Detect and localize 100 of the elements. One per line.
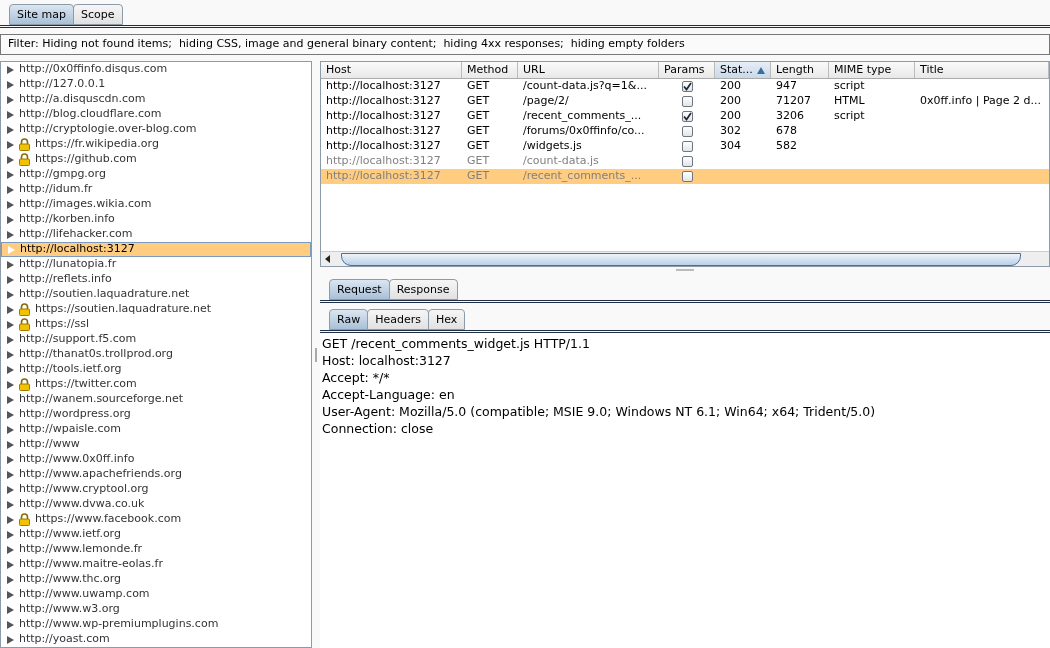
site-tree-item[interactable]: http://localhost:3127	[1, 242, 311, 257]
table-cell: http://localhost:3127	[326, 124, 441, 138]
column-header[interactable]: URL	[518, 62, 659, 78]
site-tree-item[interactable]: https://twitter.com	[1, 377, 311, 392]
tab[interactable]: Hex	[427, 309, 466, 330]
table-row[interactable]: http://localhost:3127 GET /page/2/ 200 71207 HTML 0x0ff.info | Page 2 d...	[321, 94, 1049, 109]
params-checkbox[interactable]	[681, 96, 693, 107]
splitter-handle[interactable]	[315, 347, 317, 362]
site-tree-item[interactable]: https://fr.wikipedia.org	[1, 137, 311, 152]
table-cell: /count-data.js	[523, 154, 599, 168]
column-header[interactable]: Length	[771, 62, 829, 78]
site-tree-item[interactable]: https://www.facebook.com	[1, 512, 311, 527]
site-tree-item[interactable]: http://cryptologie.over-blog.com	[1, 122, 311, 137]
table-cell: 582	[776, 139, 797, 153]
column-header[interactable]: Title	[915, 62, 1049, 78]
site-tree-item[interactable]: http://www.maitre-eolas.fr	[1, 557, 311, 572]
params-checkbox[interactable]	[681, 171, 693, 182]
site-tree-item[interactable]: http://www.0x0ff.info	[1, 452, 311, 467]
table-cell: http://localhost:3127	[326, 139, 441, 153]
site-tree-item[interactable]: http://soutien.laquadrature.net	[1, 287, 311, 302]
site-tree-item[interactable]: http://www.dvwa.co.uk	[1, 497, 311, 512]
site-tree-item[interactable]: http://www.cryptool.org	[1, 482, 311, 497]
site-tree-item[interactable]: http://www.w3.org	[1, 602, 311, 617]
table-cell: /count-data.js?q=1&...	[523, 79, 647, 93]
column-header[interactable]: Method	[462, 62, 518, 78]
site-url: http://cryptologie.over-blog.com	[19, 121, 197, 138]
table-cell: 0x0ff.info | Page 2 d...	[920, 94, 1041, 108]
site-tree-item[interactable]: http://lunatopia.fr	[1, 257, 311, 272]
site-tree-item[interactable]: http://wanem.sourceforge.net	[1, 392, 311, 407]
site-tree-item[interactable]: http://www.apachefriends.org	[1, 467, 311, 482]
site-tree-item[interactable]: https://github.com	[1, 152, 311, 167]
params-checkbox[interactable]	[681, 126, 693, 137]
table-row[interactable]: http://localhost:3127 GET /widgets.js 304 582	[321, 139, 1049, 154]
site-url: http://tools.ietf.org	[19, 361, 122, 378]
table-cell: 200	[720, 79, 741, 93]
site-tree-item[interactable]: http://a.disquscdn.com	[1, 92, 311, 107]
site-tree-item[interactable]: http://www.wp-premiumplugins.com	[1, 617, 311, 632]
tab[interactable]: Headers	[367, 309, 429, 330]
site-tree-item[interactable]: http://thanat0s.trollprod.org	[1, 347, 311, 362]
params-checkbox[interactable]	[681, 111, 693, 122]
site-tree-item[interactable]: http://www.lemonde.fr	[1, 542, 311, 557]
params-checkbox[interactable]	[681, 81, 693, 92]
padlock-icon	[19, 513, 30, 526]
tab[interactable]: Scope	[73, 4, 123, 25]
site-url: https://twitter.com	[35, 376, 137, 393]
site-tree-item[interactable]: http://korben.info	[1, 212, 311, 227]
site-tree-item[interactable]: http://www.uwamp.com	[1, 587, 311, 602]
column-header[interactable]: Host	[321, 62, 462, 78]
tab[interactable]: Raw	[329, 309, 369, 330]
site-tree-item[interactable]: https://soutien.laquadrature.net	[1, 302, 311, 317]
site-url: http://www.uwamp.com	[19, 586, 150, 603]
column-header[interactable]: MIME type	[829, 62, 915, 78]
table-cell: 200	[720, 94, 741, 108]
site-url: http://lunatopia.fr	[19, 256, 117, 273]
site-tree-item[interactable]: http://www.ietf.org	[1, 527, 311, 542]
site-tree-item[interactable]: http://yoast.com	[1, 632, 311, 647]
table-cell: http://localhost:3127	[326, 94, 441, 108]
table-cell: http://localhost:3127	[326, 169, 441, 183]
site-tree-item[interactable]: http://tools.ietf.org	[1, 362, 311, 377]
splitter-handle[interactable]	[676, 269, 694, 271]
site-tree-item[interactable]: http://images.wikia.com	[1, 197, 311, 212]
table-cell: 678	[776, 124, 797, 138]
table-cell: http://localhost:3127	[326, 154, 441, 168]
site-tree-item[interactable]: http://wpaisle.com	[1, 422, 311, 437]
site-tree-item[interactable]: http://blog.cloudflare.com	[1, 107, 311, 122]
site-url: http://0x0ffinfo.disqus.com	[19, 62, 168, 78]
column-header[interactable]: Stat...	[715, 62, 771, 78]
site-url: http://www.lemonde.fr	[19, 541, 143, 558]
table-cell: GET	[467, 169, 490, 183]
site-tree-item[interactable]: http://support.f5.com	[1, 332, 311, 347]
site-url: http://idum.fr	[19, 181, 93, 198]
site-tree-item[interactable]: http://0x0ffinfo.disqus.com	[1, 62, 311, 77]
site-tree-item[interactable]: http://idum.fr	[1, 182, 311, 197]
site-tree-item[interactable]: https://ssl	[1, 317, 311, 332]
site-tree-item[interactable]: http://wordpress.org	[1, 407, 311, 422]
site-tree-item[interactable]: http://lifehacker.com	[1, 227, 311, 242]
site-tree-item[interactable]: http://gmpg.org	[1, 167, 311, 182]
params-checkbox[interactable]	[681, 141, 693, 152]
tab[interactable]: Site map	[9, 4, 75, 25]
site-tree-item[interactable]: http://www.thc.org	[1, 572, 311, 587]
table-row[interactable]: http://localhost:3127 GET /count-data.js	[321, 154, 1049, 169]
table-cell: /page/2/	[523, 94, 569, 108]
site-tree-item[interactable]: http://127.0.0.1	[1, 77, 311, 92]
params-checkbox[interactable]	[681, 156, 693, 167]
tab[interactable]: Request	[329, 279, 390, 300]
tab[interactable]: Response	[388, 279, 458, 300]
site-tree-item[interactable]: http://www	[1, 437, 311, 452]
site-url: http://www.cryptool.org	[19, 481, 149, 498]
table-row[interactable]: http://localhost:3127 GET /forums/0x0ffinfo/co... 302 678	[321, 124, 1049, 139]
table-cell: 302	[720, 124, 741, 138]
site-url: http://localhost:3127	[20, 241, 135, 258]
request-line: Connection: close	[322, 420, 435, 437]
table-row[interactable]: http://localhost:3127 GET /recent_comments_... 200 3206 script	[321, 109, 1049, 124]
table-cell: http://localhost:3127	[326, 79, 441, 93]
site-url: http://www.dvwa.co.uk	[19, 496, 145, 513]
table-cell: GET	[467, 79, 490, 93]
site-url: https://github.com	[35, 151, 137, 168]
table-row[interactable]: http://localhost:3127 GET /count-data.js?q=1&... 200 947 script	[321, 79, 1049, 94]
site-url: http://thanat0s.trollprod.org	[19, 346, 173, 363]
site-tree-item[interactable]: http://reflets.info	[1, 272, 311, 287]
